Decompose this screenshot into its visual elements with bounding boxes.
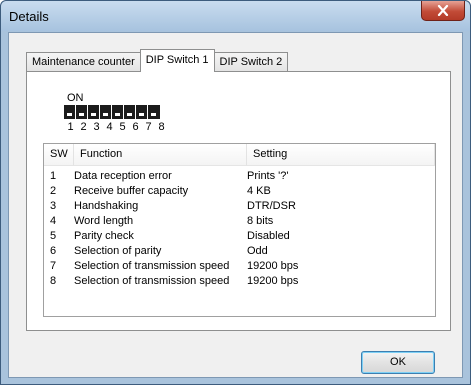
cell-setting: DTR/DSR bbox=[247, 200, 296, 212]
cell-function: Data reception error bbox=[74, 170, 172, 182]
cell-function: Word length bbox=[74, 215, 134, 227]
list-row[interactable]: 3 Handshaking DTR/DSR bbox=[44, 199, 435, 214]
cell-function: Handshaking bbox=[74, 200, 139, 212]
dip-number: 4 bbox=[106, 121, 113, 133]
dip-switch-1 bbox=[64, 105, 76, 119]
column-header-function[interactable]: Function bbox=[74, 144, 247, 166]
cell-sw: 3 bbox=[50, 200, 57, 212]
dip-switch-2 bbox=[76, 105, 88, 119]
column-header-sw[interactable]: SW bbox=[44, 144, 74, 166]
cell-function: Selection of transmission speed bbox=[74, 275, 230, 287]
dip-switch-7 bbox=[136, 105, 148, 119]
dip-switch-3 bbox=[88, 105, 100, 119]
list-rows: 1 Data reception error Prints '?' 2 Rece… bbox=[44, 169, 435, 289]
cell-setting: 8 bits bbox=[247, 215, 274, 227]
list-row[interactable]: 8 Selection of transmission speed 19200 … bbox=[44, 274, 435, 289]
dialog-client-area: Maintenance counter DIP Switch 1 DIP Swi… bbox=[8, 32, 463, 378]
ok-button[interactable]: OK bbox=[361, 351, 435, 374]
dip-switch-block bbox=[64, 105, 160, 119]
dip-number: 1 bbox=[67, 121, 74, 133]
tab-strip: Maintenance counter DIP Switch 1 DIP Swi… bbox=[26, 49, 289, 72]
settings-list-view[interactable]: SW Function Setting 1 Data reception err… bbox=[43, 143, 436, 317]
dip-number: 3 bbox=[93, 121, 100, 133]
dip-number: 6 bbox=[132, 121, 139, 133]
cell-sw: 1 bbox=[50, 170, 57, 182]
cell-function: Receive buffer capacity bbox=[74, 185, 189, 197]
dip-switch-4 bbox=[100, 105, 112, 119]
list-row[interactable]: 5 Parity check Disabled bbox=[44, 229, 435, 244]
tab-dip-switch-1[interactable]: DIP Switch 1 bbox=[139, 49, 215, 72]
tab-panel-dip-switch-1: ON 1 2 3 4 5 6 7 8 SW Function Setting 1… bbox=[26, 71, 451, 331]
dip-switch-5 bbox=[112, 105, 124, 119]
dip-switch-6 bbox=[124, 105, 136, 119]
cell-setting: 19200 bps bbox=[247, 275, 299, 287]
dip-on-label: ON bbox=[67, 92, 84, 104]
list-header: SW Function Setting bbox=[44, 144, 435, 166]
title-bar[interactable]: Details bbox=[1, 1, 470, 31]
cell-sw: 5 bbox=[50, 230, 57, 242]
list-row[interactable]: 2 Receive buffer capacity 4 KB bbox=[44, 184, 435, 199]
cell-sw: 4 bbox=[50, 215, 57, 227]
list-row[interactable]: 4 Word length 8 bits bbox=[44, 214, 435, 229]
cell-setting: Prints '?' bbox=[247, 170, 289, 182]
close-button[interactable] bbox=[421, 1, 465, 21]
dip-number: 5 bbox=[119, 121, 126, 133]
details-window: Details Maintenance counter DIP Switch 1… bbox=[0, 0, 471, 385]
cell-function: Selection of transmission speed bbox=[74, 260, 230, 272]
list-row[interactable]: 7 Selection of transmission speed 19200 … bbox=[44, 259, 435, 274]
tab-dip-switch-2[interactable]: DIP Switch 2 bbox=[213, 52, 289, 72]
cell-setting: 4 KB bbox=[247, 185, 271, 197]
dip-number: 8 bbox=[158, 121, 165, 133]
cell-sw: 8 bbox=[50, 275, 57, 287]
dip-switch-8 bbox=[148, 105, 160, 119]
tab-maintenance-counter[interactable]: Maintenance counter bbox=[26, 52, 141, 72]
window-title: Details bbox=[9, 9, 49, 24]
cell-setting: 19200 bps bbox=[247, 260, 299, 272]
close-icon bbox=[437, 5, 449, 16]
list-row[interactable]: 1 Data reception error Prints '?' bbox=[44, 169, 435, 184]
dip-switch-numbers: 1 2 3 4 5 6 7 8 bbox=[64, 121, 168, 133]
cell-function: Selection of parity bbox=[74, 245, 162, 257]
dip-number: 2 bbox=[80, 121, 87, 133]
column-header-setting[interactable]: Setting bbox=[247, 144, 435, 166]
cell-function: Parity check bbox=[74, 230, 134, 242]
cell-sw: 6 bbox=[50, 245, 57, 257]
list-row[interactable]: 6 Selection of parity Odd bbox=[44, 244, 435, 259]
cell-setting: Disabled bbox=[247, 230, 290, 242]
cell-sw: 2 bbox=[50, 185, 57, 197]
cell-setting: Odd bbox=[247, 245, 268, 257]
cell-sw: 7 bbox=[50, 260, 57, 272]
dip-number: 7 bbox=[145, 121, 152, 133]
